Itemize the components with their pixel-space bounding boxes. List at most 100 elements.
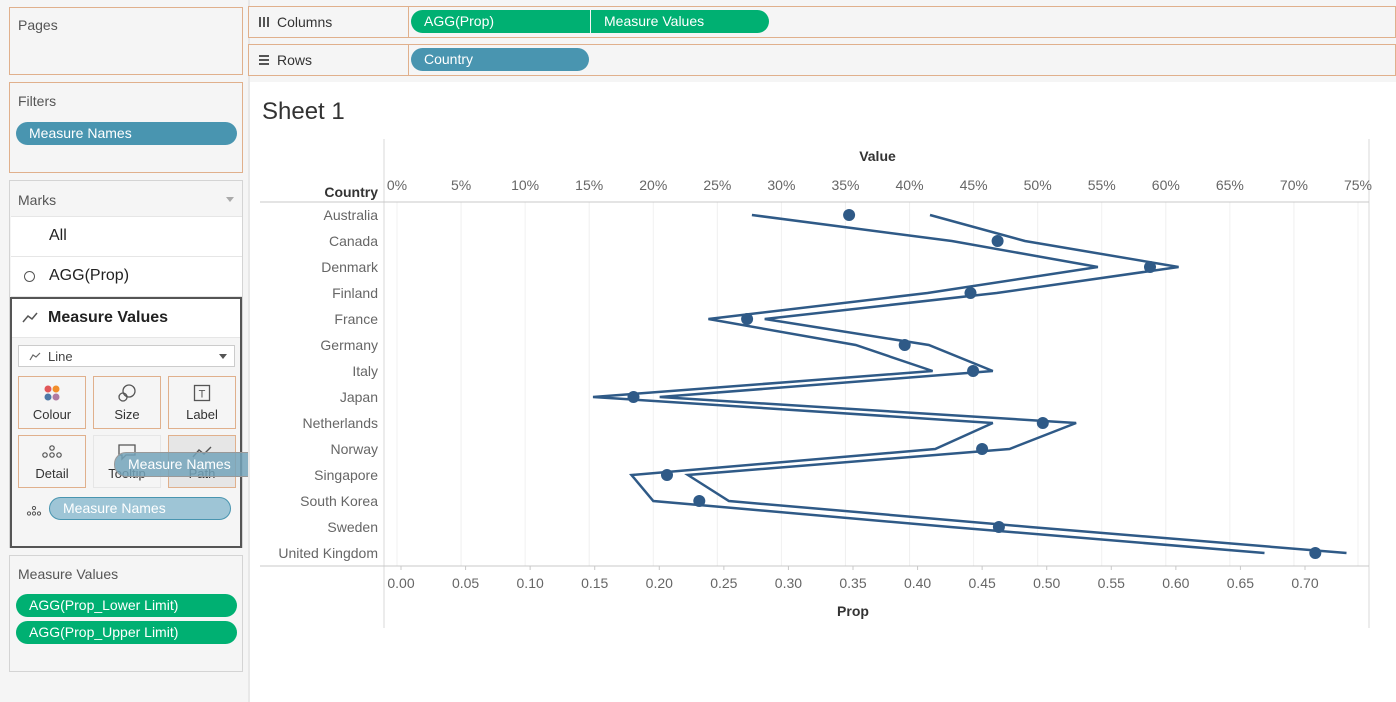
bottom-axis-tick-label: 0.50 [1033, 575, 1060, 591]
marks-header[interactable]: Marks [11, 182, 242, 217]
prop-point [741, 313, 754, 325]
top-axis-tick-label: 30% [767, 177, 795, 193]
rows-icon [259, 55, 269, 65]
bottom-axis-tick-label: 0.35 [839, 575, 866, 591]
top-axis-tick-label: 0% [387, 177, 407, 193]
bottom-axis-title: Prop [837, 603, 869, 619]
prop-point [1036, 417, 1049, 429]
top-axis-tick-label: 5% [451, 177, 471, 193]
top-axis-tick-label: 15% [575, 177, 603, 193]
prop-point [898, 339, 911, 351]
bottom-axis-tick-label: 0.20 [646, 575, 673, 591]
prop-point [627, 391, 640, 403]
shelf-label-divider [408, 45, 409, 75]
columns-shelf[interactable]: Columns AGG(Prop) Measure Values [248, 6, 1396, 38]
colour-button[interactable]: Colour [18, 376, 86, 429]
measure-values-card[interactable]: Measure Values AGG(Prop_Lower Limit) AGG… [9, 555, 243, 672]
bottom-axis-tick-label: 0.25 [710, 575, 737, 591]
detail-icon [19, 443, 85, 461]
top-axis-tick-label: 50% [1024, 177, 1052, 193]
colour-label: Colour [32, 407, 72, 422]
country-label: Australia [324, 207, 379, 223]
detail-pill-measure-names[interactable]: Measure Names [49, 497, 231, 520]
size-button[interactable]: Size [93, 376, 161, 429]
mark-type-value: Line [48, 349, 73, 364]
bottom-axis-tick-label: 0.70 [1291, 575, 1318, 591]
line-mark-icon [22, 312, 38, 323]
top-axis-tick-label: 10% [511, 177, 539, 193]
measure-values-card-title: Measure Values [18, 566, 119, 582]
bottom-axis-tick-label: 0.40 [904, 575, 931, 591]
prop-point [661, 469, 673, 481]
marks-tab-agg-prop-label: AGG(Prop) [49, 267, 130, 284]
marks-tab-agg-prop[interactable]: AGG(Prop) [11, 257, 242, 297]
row-header-country: Country [324, 184, 378, 200]
prop-point [1309, 547, 1322, 559]
colour-icon [19, 384, 85, 402]
worksheet-view[interactable]: Sheet 1 Value 0% 5% 10% 15% 20% 25% 30% 35% 40% 45… [250, 82, 1396, 702]
prop-point [1144, 261, 1156, 273]
top-axis-tick-label: 55% [1088, 177, 1116, 193]
columns-shelf-label: Columns [277, 14, 333, 30]
filters-card[interactable]: Filters Measure Names [9, 82, 243, 173]
columns-pill-measure-values[interactable]: Measure Values [591, 10, 769, 33]
measure-values-tab-label: Measure Values [48, 309, 169, 326]
prop-point [967, 365, 980, 377]
detail-field-icon [26, 503, 42, 521]
rows-pill-country[interactable]: Country [411, 48, 589, 71]
size-label: Size [114, 407, 140, 422]
top-axis-tick-label: 75% [1344, 177, 1372, 193]
mark-type-dropdown[interactable]: Line [18, 345, 235, 367]
marks-tab-all[interactable]: All [11, 217, 242, 257]
country-label: France [334, 311, 378, 327]
rows-shelf[interactable]: Rows Country [248, 44, 1396, 76]
prop-point [976, 443, 989, 455]
label-button[interactable]: T Label [168, 376, 236, 429]
country-label: United Kingdom [278, 545, 378, 561]
bottom-axis-tick-label: 0.60 [1162, 575, 1189, 591]
bottom-axis-tick-label: 0.15 [581, 575, 608, 591]
country-label: Germany [320, 337, 378, 353]
top-axis-tick-label: 25% [703, 177, 731, 193]
bottom-axis-tick-label: 0.55 [1098, 575, 1125, 591]
country-label: Norway [331, 441, 378, 457]
country-label: Canada [329, 233, 378, 249]
chevron-down-icon[interactable] [219, 354, 227, 359]
chart-svg[interactable]: Value 0% 5% 10% 15% 20% 25% 30% 35% 40% 45% 50% 55% 6… [250, 82, 1396, 702]
bottom-axis-tick-label: 0.00 [387, 575, 414, 591]
marks-card: Marks All AGG(Prop) Measure Values Line [9, 180, 243, 548]
bottom-axis-tick-label: 0.05 [452, 575, 479, 591]
measure-pill-upper-limit[interactable]: AGG(Prop_Upper Limit) [16, 621, 237, 644]
bottom-axis-tick-label: 0.45 [969, 575, 996, 591]
rows-shelf-label: Rows [277, 52, 313, 68]
top-axis-tick-label: 40% [896, 177, 924, 193]
line-mark-icon [29, 352, 41, 361]
circle-mark-icon [24, 271, 35, 282]
label-label: Label [186, 407, 218, 422]
columns-pill-agg-prop[interactable]: AGG(Prop) [411, 10, 590, 33]
label-icon: T [169, 384, 235, 402]
svg-text:T: T [199, 389, 206, 401]
top-axis-title: Value [859, 148, 896, 164]
top-axis-tick-label: 35% [831, 177, 859, 193]
top-axis-tick-label: 60% [1152, 177, 1180, 193]
country-label: Sweden [327, 519, 378, 535]
marks-tab-measure-values[interactable]: Measure Values Line Colour Size T Label … [10, 297, 242, 548]
size-icon [94, 384, 160, 402]
top-axis-tick-label: 45% [960, 177, 988, 193]
filter-pill-measure-names[interactable]: Measure Names [16, 122, 237, 145]
country-label: Finland [332, 285, 378, 301]
marks-title: Marks [18, 192, 57, 208]
bottom-axis-tick-label: 0.10 [517, 575, 544, 591]
measure-values-tab-header: Measure Values [12, 299, 240, 338]
country-label: South Korea [300, 493, 378, 509]
pages-title: Pages [18, 17, 58, 33]
measure-pill-lower-limit[interactable]: AGG(Prop_Lower Limit) [16, 594, 237, 617]
detail-button[interactable]: Detail [18, 435, 86, 488]
tableau-workspace: Pages Filters Measure Names Marks All AG… [0, 0, 1396, 702]
prop-point [991, 235, 1004, 247]
detail-label: Detail [35, 466, 69, 481]
pages-card[interactable]: Pages [9, 7, 243, 75]
marks-collapse-icon[interactable] [226, 197, 234, 202]
filters-title: Filters [18, 93, 57, 109]
